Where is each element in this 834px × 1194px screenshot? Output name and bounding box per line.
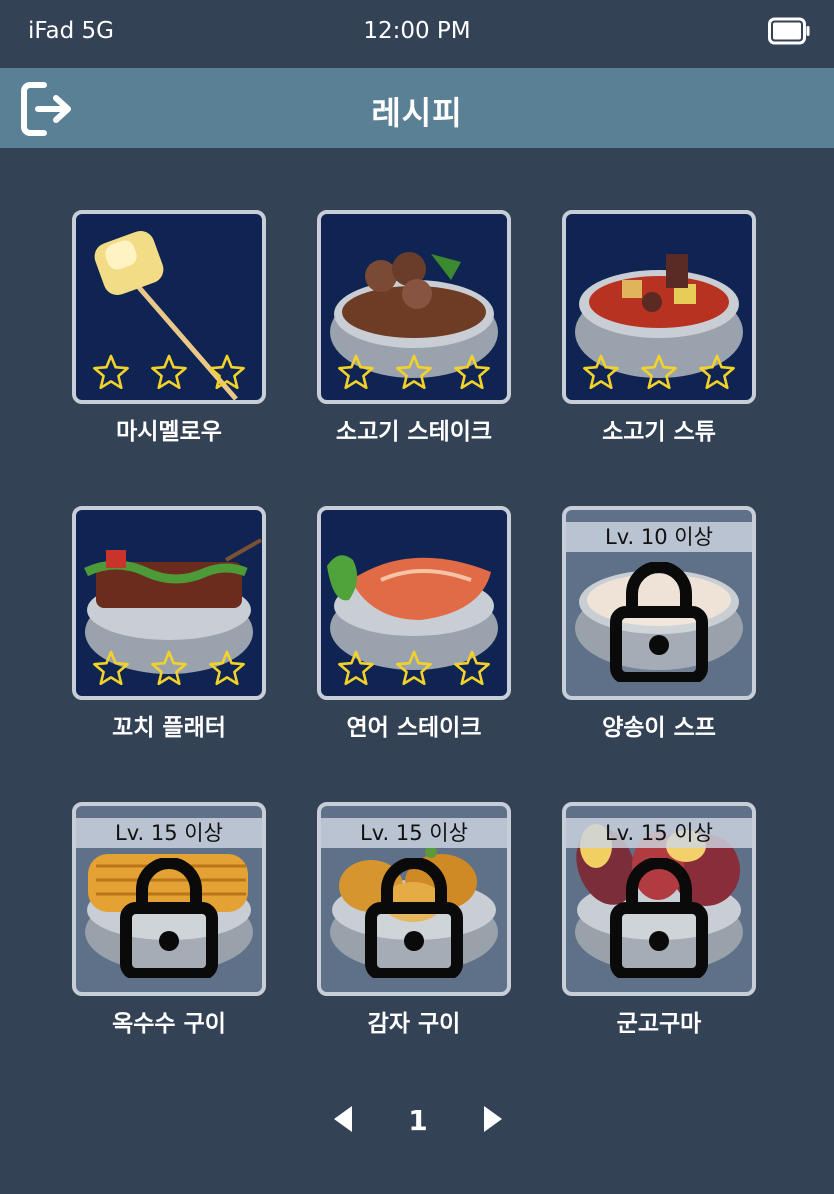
status-bar: iFad 5G 12:00 PM — [0, 0, 834, 68]
star-icon — [454, 354, 490, 390]
star-rating — [321, 650, 507, 686]
recipe-name: 연어 스테이크 — [346, 715, 482, 741]
star-icon — [396, 650, 432, 686]
triangle-right-icon[interactable] — [480, 1104, 506, 1134]
star-icon — [151, 354, 187, 390]
lock-icon — [365, 858, 463, 978]
recipe-card-locked[interactable]: Lv. 15 이상 — [72, 802, 266, 996]
recipe-item: 소고기 스튜 — [511, 210, 757, 460]
recipe-item: Lv. 15 이상군고구마 — [511, 802, 757, 1052]
star-rating — [76, 354, 262, 390]
clock: 12:00 PM — [363, 18, 471, 44]
recipe-name: 마시멜로우 — [116, 419, 222, 445]
recipe-name: 꼬치 플래터 — [112, 715, 226, 741]
star-icon — [338, 650, 374, 686]
lock-icon — [120, 858, 218, 978]
level-requirement: Lv. 10 이상 — [566, 522, 752, 552]
star-icon — [396, 354, 432, 390]
star-icon — [338, 354, 374, 390]
level-requirement: Lv. 15 이상 — [321, 818, 507, 848]
recipe-item: 연어 스테이크 — [266, 506, 512, 756]
star-icon — [583, 354, 619, 390]
star-icon — [93, 650, 129, 686]
recipe-card-locked[interactable]: Lv. 10 이상 — [562, 506, 756, 700]
star-icon — [699, 354, 735, 390]
recipe-card-locked[interactable]: Lv. 15 이상 — [317, 802, 511, 996]
page-title: 레시피 — [371, 94, 463, 132]
star-icon — [454, 650, 490, 686]
triangle-left-icon[interactable] — [330, 1104, 356, 1134]
lock-icon — [610, 562, 708, 682]
recipe-card[interactable] — [317, 506, 511, 700]
header-bar: 레시피 — [0, 68, 834, 148]
recipe-name: 소고기 스테이크 — [335, 419, 493, 445]
recipe-item: Lv. 15 이상옥수수 구이 — [21, 802, 267, 1052]
recipe-card[interactable] — [72, 506, 266, 700]
star-icon — [209, 354, 245, 390]
recipe-item: Lv. 15 이상감자 구이 — [266, 802, 512, 1052]
recipe-card-locked[interactable]: Lv. 15 이상 — [562, 802, 756, 996]
star-rating — [76, 650, 262, 686]
recipe-item: Lv. 10 이상양송이 스프 — [511, 506, 757, 756]
level-requirement: Lv. 15 이상 — [566, 818, 752, 848]
recipe-name: 양송이 스프 — [602, 715, 716, 741]
recipe-name: 군고구마 — [616, 1011, 702, 1037]
star-icon — [641, 354, 677, 390]
recipe-item: 소고기 스테이크 — [266, 210, 512, 460]
page-number: 1 — [408, 1104, 428, 1137]
recipe-name: 감자 구이 — [367, 1011, 461, 1037]
recipe-card[interactable] — [562, 210, 756, 404]
star-rating — [321, 354, 507, 390]
recipe-name: 옥수수 구이 — [112, 1011, 226, 1037]
recipe-name: 소고기 스튜 — [602, 419, 716, 445]
level-requirement: Lv. 15 이상 — [76, 818, 262, 848]
star-icon — [209, 650, 245, 686]
recipe-card[interactable] — [72, 210, 266, 404]
recipe-card[interactable] — [317, 210, 511, 404]
star-icon — [93, 354, 129, 390]
star-rating — [566, 354, 752, 390]
star-icon — [151, 650, 187, 686]
battery-full-icon — [768, 17, 810, 45]
recipe-item: 마시멜로우 — [21, 210, 267, 460]
recipe-item: 꼬치 플래터 — [21, 506, 267, 756]
lock-icon — [610, 858, 708, 978]
